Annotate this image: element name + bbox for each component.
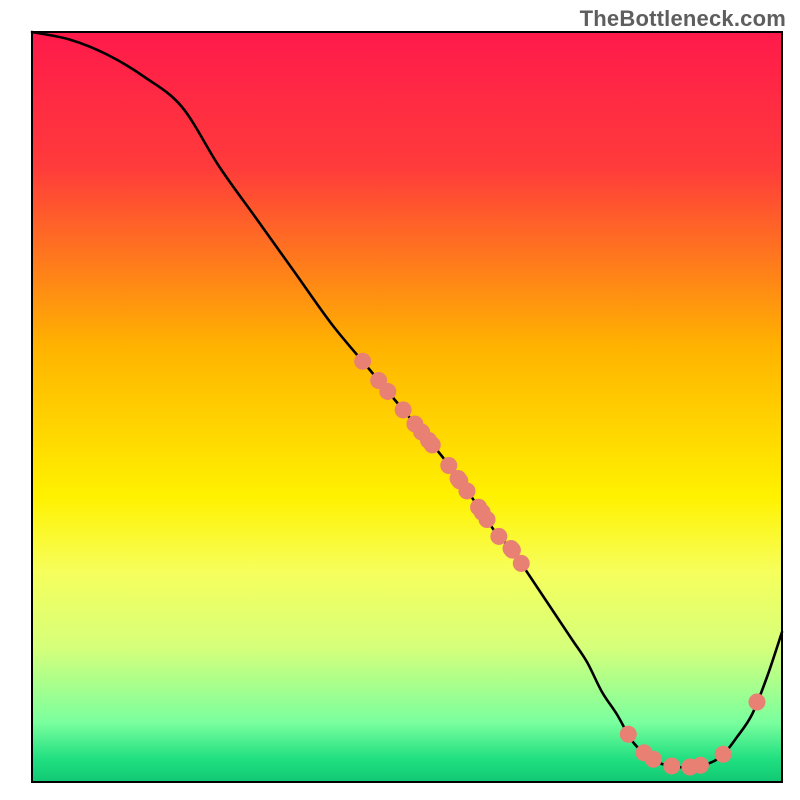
plot-area — [32, 32, 782, 782]
curve-marker — [458, 482, 475, 499]
curve-marker — [645, 751, 662, 768]
curve-marker — [715, 746, 732, 763]
bottleneck-chart — [0, 0, 800, 800]
curve-marker — [354, 353, 371, 370]
watermark-text: TheBottleneck.com — [580, 6, 786, 32]
curve-marker — [424, 436, 441, 453]
curve-marker — [379, 383, 396, 400]
curve-marker — [663, 757, 680, 774]
curve-marker — [513, 555, 530, 572]
curve-marker — [620, 726, 637, 743]
curve-marker — [479, 511, 496, 528]
curve-marker — [395, 401, 412, 418]
curve-marker — [490, 528, 507, 545]
curve-marker — [692, 757, 709, 774]
curve-marker — [748, 694, 765, 711]
